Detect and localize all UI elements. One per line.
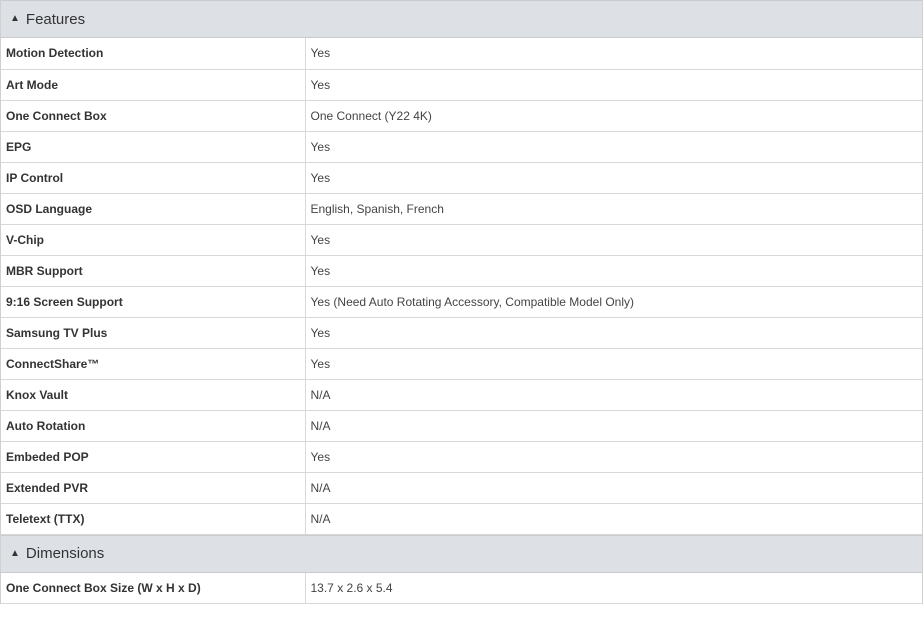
spec-value: Yes: [305, 224, 922, 256]
spec-label: EPG: [1, 131, 306, 163]
spec-label: ConnectShare™: [1, 348, 306, 380]
table-row: MBR Support Yes: [1, 255, 922, 287]
spec-label: Knox Vault: [1, 379, 306, 411]
section-title: Features: [25, 10, 86, 28]
spec-label: OSD Language: [1, 193, 306, 225]
spec-value: Yes: [305, 255, 922, 287]
table-row: Motion Detection Yes: [1, 38, 922, 70]
section-header-features[interactable]: ▲ Features: [1, 0, 922, 38]
table-row: Teletext (TTX) N/A: [1, 503, 922, 535]
table-row: 9:16 Screen Support Yes (Need Auto Rotati…: [1, 286, 922, 318]
section-header-dimensions[interactable]: ▲ Dimensions: [1, 534, 922, 573]
spec-value: Yes: [305, 441, 922, 473]
table-row: ConnectShare™ Yes: [1, 348, 922, 380]
table-row: Extended PVR N/A: [1, 472, 922, 504]
table-row: One Connect Box Size (W x H x D) 13.7 x 2…: [1, 572, 922, 604]
spec-label: Motion Detection: [1, 38, 306, 70]
spec-sheet: ▲ Features Motion Detection Yes Art Mode Y…: [0, 0, 923, 604]
spec-value: N/A: [305, 472, 922, 504]
table-row: Auto Rotation N/A: [1, 410, 922, 442]
features-table: Motion Detection Yes Art Mode Yes One Conn…: [1, 38, 922, 535]
spec-label: Teletext (TTX): [1, 503, 306, 535]
table-row: IP Control Yes: [1, 162, 922, 194]
dimensions-table: One Connect Box Size (W x H x D) 13.7 x 2…: [1, 572, 922, 604]
table-row: EPG Yes: [1, 131, 922, 163]
spec-label: One Connect Box Size (W x H x D): [1, 572, 306, 604]
section-title: Dimensions: [25, 545, 105, 562]
table-row: Samsung TV Plus Yes: [1, 317, 922, 349]
spec-label: One Connect Box: [1, 100, 306, 132]
table-row: Knox Vault N/A: [1, 379, 922, 411]
spec-label: IP Control: [1, 162, 306, 194]
spec-label: Embeded POP: [1, 441, 306, 473]
spec-label: 9:16 Screen Support: [1, 286, 306, 318]
spec-value: N/A: [305, 410, 922, 442]
spec-value: N/A: [305, 503, 922, 535]
spec-label: V-Chip: [1, 224, 306, 256]
spec-value: 13.7 x 2.6 x 5.4: [305, 572, 922, 604]
table-row: Embeded POP Yes: [1, 441, 922, 473]
spec-label: MBR Support: [1, 255, 306, 287]
spec-value: N/A: [305, 379, 922, 411]
spec-value: Yes (Need Auto Rotating Accessory, Compa…: [305, 286, 922, 318]
collapse-triangle-icon: ▲: [10, 547, 20, 559]
spec-value: Yes: [305, 162, 922, 194]
spec-label: Samsung TV Plus: [1, 317, 306, 349]
spec-label: Extended PVR: [1, 472, 306, 504]
spec-value: Yes: [305, 69, 922, 101]
spec-label: Art Mode: [1, 69, 306, 101]
spec-value: Yes: [305, 38, 922, 70]
table-row: V-Chip Yes: [1, 224, 922, 256]
spec-label: Auto Rotation: [1, 410, 306, 442]
table-row: One Connect Box One Connect (Y22 4K): [1, 100, 922, 132]
table-row: OSD Language English, Spanish, French: [1, 193, 922, 225]
spec-value: One Connect (Y22 4K): [305, 100, 922, 132]
table-row: Art Mode Yes: [1, 69, 922, 101]
spec-value: Yes: [305, 317, 922, 349]
spec-value: Yes: [305, 131, 922, 163]
spec-value: English, Spanish, French: [305, 193, 922, 225]
collapse-triangle-icon: ▲: [10, 13, 20, 24]
spec-value: Yes: [305, 348, 922, 380]
